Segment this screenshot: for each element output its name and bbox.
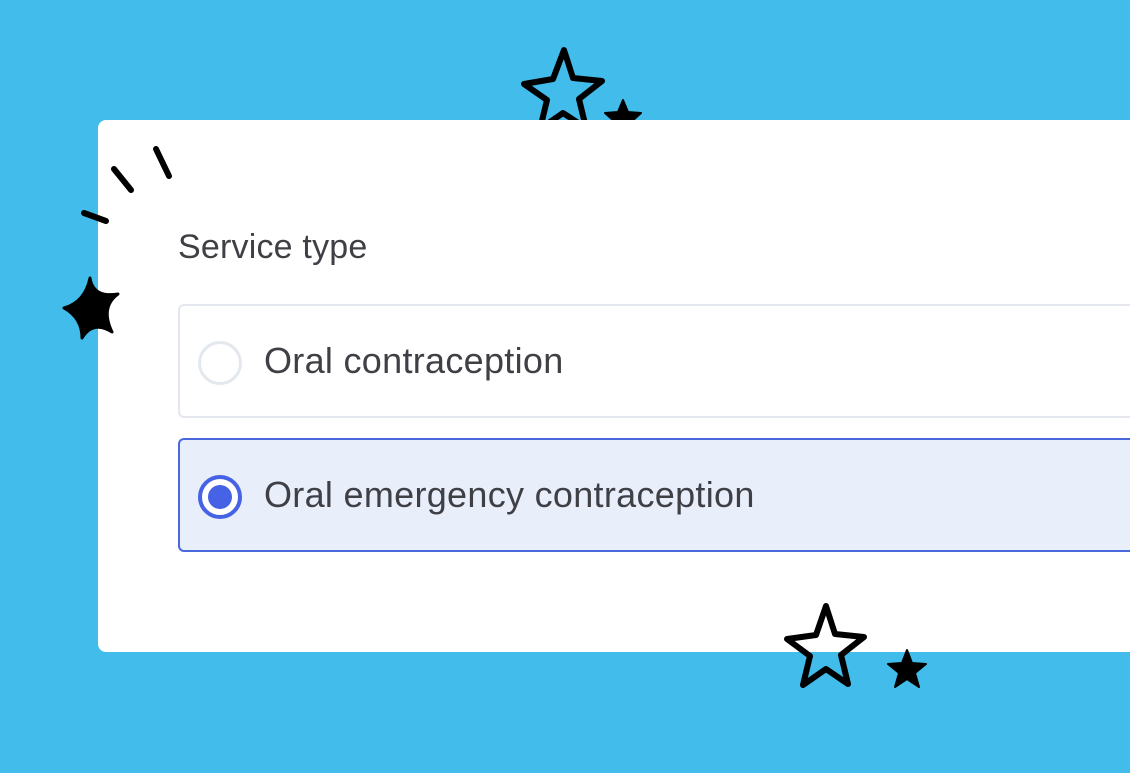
page: { "form": { "label": "Service type", "op… [0, 0, 1130, 773]
service-type-radio-group: Oral contraception Oral emergency contra… [178, 304, 1130, 552]
star-filled-icon [887, 649, 927, 688]
radio-dot [208, 485, 232, 509]
radio-checked-icon[interactable] [198, 475, 242, 519]
option-label: Oral contraception [264, 340, 564, 381]
option-oral-emergency-contraception[interactable]: Oral emergency contraception [178, 438, 1130, 552]
radio-unchecked-icon[interactable] [198, 341, 242, 385]
star-filled-icon [62, 276, 120, 340]
star-outline-icon [784, 603, 867, 688]
service-type-card: Service type Oral contraception Oral eme… [98, 120, 1130, 652]
service-type-label: Service type [178, 228, 368, 266]
sparkle-lines-icon [81, 146, 172, 224]
option-oral-contraception[interactable]: Oral contraception [178, 304, 1130, 418]
option-label: Oral emergency contraception [264, 474, 755, 515]
